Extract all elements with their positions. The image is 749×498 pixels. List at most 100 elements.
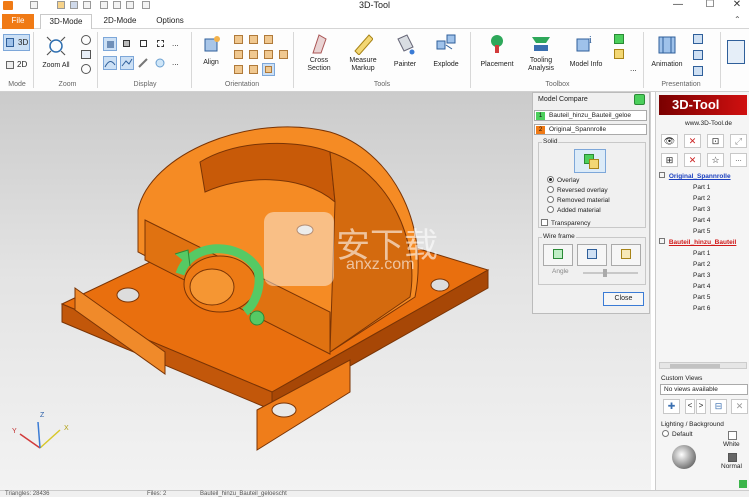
tab-options[interactable]: Options — [150, 14, 190, 29]
option-reversed-overlay[interactable]: Reversed overlay — [547, 186, 608, 196]
display-more-button-2[interactable]: ... — [172, 58, 179, 67]
export-icon[interactable] — [100, 1, 108, 9]
record-icon[interactable] — [693, 66, 703, 76]
next-view-button[interactable]: > — [696, 399, 706, 414]
tab-3d-mode[interactable]: 3D-Mode — [40, 14, 92, 29]
display-shaded-edges-button[interactable] — [120, 37, 134, 51]
model1-select[interactable]: 1 Bauteil_hinzu_Bauteil_geloe — [534, 110, 647, 121]
explode-button[interactable]: Explode — [428, 33, 464, 73]
view-iso-icon[interactable] — [264, 35, 273, 44]
painter-button[interactable]: Painter — [388, 33, 422, 73]
slides-icon[interactable] — [693, 34, 703, 44]
zoom-all-button[interactable]: Zoom All — [38, 33, 74, 73]
tree-part[interactable]: Part 2 — [693, 194, 710, 205]
view-back-icon[interactable] — [249, 35, 258, 44]
delete-view-button[interactable]: ✕ — [731, 399, 748, 414]
copy-icon[interactable] — [126, 1, 134, 9]
tree-group-2[interactable]: Bauteil_hinzu_Bauteil — [659, 238, 736, 249]
save-view-button[interactable]: ⊟ — [710, 399, 727, 414]
website-url[interactable]: www.3D-Tool.de — [685, 120, 732, 127]
tab-file[interactable]: File — [2, 14, 34, 29]
close-compare-button[interactable]: Close — [603, 292, 644, 306]
screenshot-icon[interactable] — [113, 1, 121, 9]
angle-slider[interactable] — [583, 269, 638, 277]
model-info-button[interactable]: i Model Info — [566, 33, 606, 73]
tree-part[interactable]: Part 3 — [693, 271, 710, 282]
delete-button[interactable]: ✕ — [684, 134, 701, 148]
mode-2d-button[interactable]: 2D — [3, 57, 30, 74]
view-left-icon[interactable] — [234, 50, 243, 59]
display-transparency-button[interactable] — [154, 57, 166, 69]
transparency-checkbox[interactable]: Transparency — [541, 219, 591, 229]
ribbon-collapse-icon[interactable]: ⌃ — [734, 15, 741, 24]
orientation-options-icon[interactable] — [279, 50, 288, 59]
option-overlay[interactable]: Overlay — [547, 176, 579, 186]
tree-part[interactable]: Part 4 — [693, 216, 710, 227]
compare-icon[interactable] — [614, 34, 624, 44]
panel-toggle-icon[interactable] — [727, 40, 745, 64]
star-button[interactable]: ☆ — [707, 153, 724, 167]
option-added-material[interactable]: Added material — [547, 206, 601, 216]
display-wireframe-button[interactable] — [137, 37, 151, 51]
display-hidden-lines-button[interactable] — [154, 37, 168, 51]
model2-select[interactable]: 2 Original_Spannrolle — [534, 124, 647, 135]
new-icon[interactable] — [30, 1, 38, 9]
placement-button[interactable]: Placement — [478, 33, 516, 73]
tree-hscrollbar[interactable] — [659, 362, 747, 369]
tree-group-1[interactable]: Original_Spannrolle — [659, 172, 731, 183]
display-edges-button[interactable] — [120, 56, 134, 70]
display-solid-button[interactable] — [103, 37, 117, 51]
more-options-button[interactable]: … — [730, 153, 747, 167]
minimize-button[interactable]: — — [668, 0, 688, 11]
add-view-button[interactable]: ✚ — [663, 399, 680, 414]
tree-part[interactable]: Part 6 — [693, 304, 710, 315]
expand-button[interactable]: ⤢ — [730, 134, 747, 148]
view-rotate-icon[interactable] — [249, 65, 258, 74]
tree-part[interactable]: Part 2 — [693, 260, 710, 271]
view-toggle-button[interactable]: 👁 — [661, 134, 678, 148]
align-button[interactable]: Align — [197, 33, 225, 73]
settings-icon[interactable] — [142, 1, 150, 9]
remove-button[interactable]: ✕ — [684, 153, 701, 167]
presentation-icon[interactable] — [693, 50, 703, 60]
close-button[interactable]: ✕ — [727, 0, 747, 11]
save-icon[interactable] — [70, 1, 78, 9]
tree-part[interactable]: Part 1 — [693, 183, 710, 194]
toolbox-more-button[interactable]: ... — [630, 64, 637, 73]
zoom-fit-icon[interactable] — [81, 50, 91, 59]
background-white-checkbox[interactable] — [728, 431, 737, 440]
tooling-analysis-button[interactable]: Tooling Analysis — [521, 33, 561, 77]
background-normal-swatch[interactable] — [728, 453, 737, 462]
prev-view-button[interactable]: < — [685, 399, 695, 414]
lighting-default-option[interactable]: Default — [662, 430, 693, 440]
view-front-icon[interactable] — [234, 35, 243, 44]
layers-icon[interactable] — [614, 49, 624, 59]
maximize-button[interactable]: ☐ — [700, 0, 720, 11]
wireframe-model1-button[interactable] — [543, 244, 573, 266]
custom-views-select[interactable]: No views available — [660, 384, 748, 395]
model-compare-settings-icon[interactable] — [634, 94, 645, 105]
view-right-icon[interactable] — [249, 50, 258, 59]
mode-3d-button[interactable]: 3D — [3, 34, 30, 51]
view-iso-active-icon[interactable] — [262, 63, 275, 76]
wireframe-both-button[interactable] — [611, 244, 641, 266]
view-bottom-icon[interactable] — [234, 65, 243, 74]
isolate-button[interactable]: ⊞ — [661, 153, 678, 167]
angle-slider-thumb[interactable] — [603, 269, 607, 277]
tree-part[interactable]: Part 3 — [693, 205, 710, 216]
tree-part[interactable]: Part 5 — [693, 227, 710, 238]
display-points-button[interactable] — [137, 57, 149, 69]
view-top-icon[interactable] — [264, 50, 273, 59]
open-icon[interactable] — [57, 1, 65, 9]
tree-hscroll-thumb[interactable] — [670, 364, 720, 368]
fit-button[interactable]: ⊡ — [707, 134, 724, 148]
display-curves-button[interactable] — [103, 56, 117, 70]
lighting-sphere-icon[interactable] — [672, 445, 696, 469]
tree-part[interactable]: Part 4 — [693, 282, 710, 293]
display-more-button[interactable]: ... — [172, 39, 179, 48]
zoom-in-icon[interactable] — [81, 64, 91, 74]
print-icon[interactable] — [83, 1, 91, 9]
tab-2d-mode[interactable]: 2D-Mode — [96, 14, 144, 29]
animation-button[interactable]: Animation — [648, 33, 686, 73]
zoom-window-icon[interactable] — [81, 35, 91, 45]
